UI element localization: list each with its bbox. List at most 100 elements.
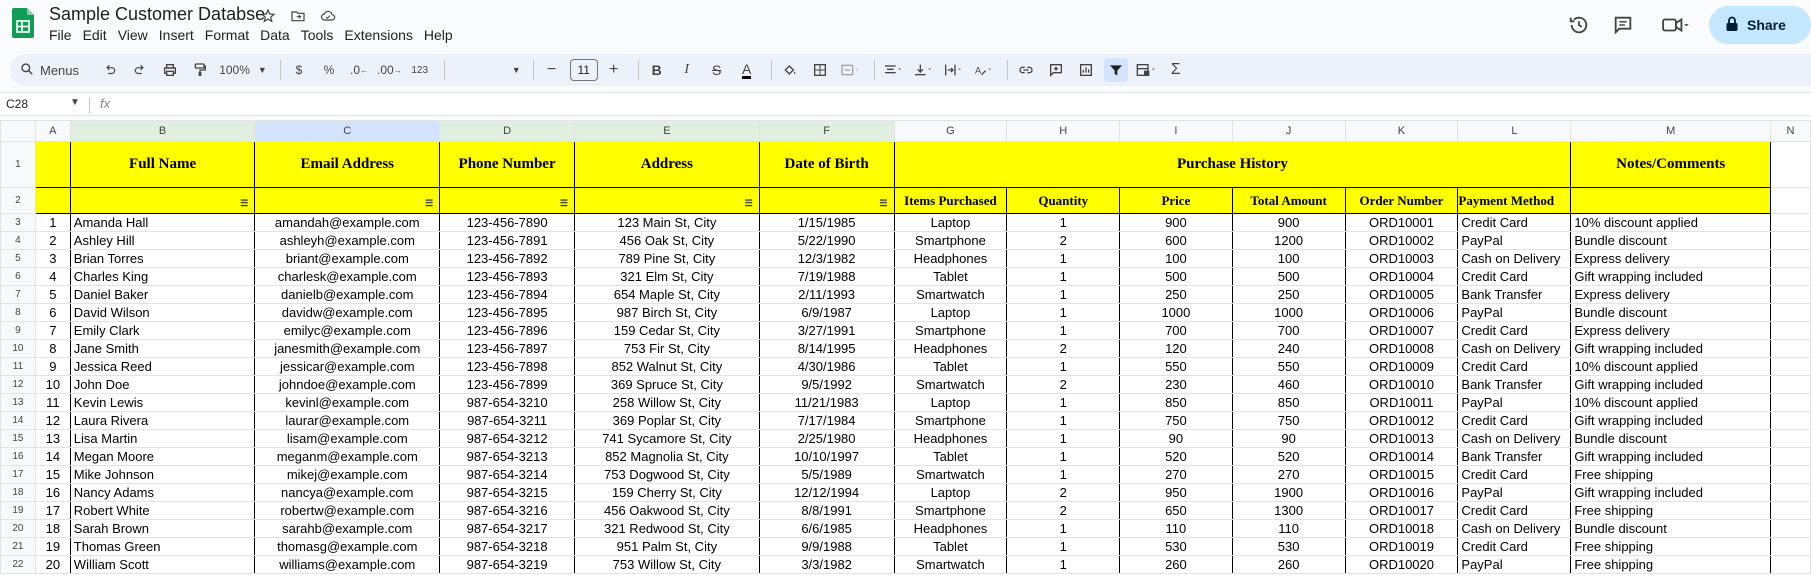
quantity-cell[interactable]: 1: [1006, 465, 1121, 484]
address-cell[interactable]: 123 Main St, City: [574, 213, 760, 232]
price-cell[interactable]: 120: [1119, 339, 1233, 358]
items-purchased-cell[interactable]: Laptop: [893, 393, 1008, 412]
customer-number[interactable]: 7: [34, 321, 71, 340]
merge-cells-icon[interactable]: [838, 58, 862, 82]
quantity-cell[interactable]: 1: [1006, 303, 1121, 322]
address-cell[interactable]: 369 Spruce St, City: [574, 375, 760, 394]
quantity-cell[interactable]: 1: [1006, 537, 1121, 556]
order-number-cell[interactable]: ORD10005: [1344, 285, 1459, 304]
quantity-cell[interactable]: 1: [1006, 411, 1121, 430]
order-number-cell[interactable]: ORD10008: [1344, 339, 1459, 358]
email-cell[interactable]: emilyc@example.com: [254, 321, 441, 340]
customer-number[interactable]: 14: [34, 447, 71, 466]
items-purchased-cell[interactable]: Smartwatch: [893, 555, 1008, 574]
customer-number[interactable]: 13: [34, 429, 71, 448]
row-number[interactable]: 22: [0, 555, 36, 574]
quantity-cell[interactable]: 1: [1006, 213, 1121, 232]
price-cell[interactable]: 500: [1119, 267, 1233, 286]
payment-method-cell[interactable]: Bank Transfer: [1457, 447, 1572, 466]
cell[interactable]: [1770, 285, 1811, 304]
cell[interactable]: [1770, 141, 1811, 188]
customer-number[interactable]: 16: [34, 483, 71, 502]
quantity-cell[interactable]: 1: [1006, 357, 1121, 376]
header-phone[interactable]: Phone Number: [439, 141, 575, 188]
paint-format-icon[interactable]: [188, 58, 212, 82]
cloud-saved-icon[interactable]: [318, 6, 338, 26]
dob-cell[interactable]: 10/10/1997: [758, 447, 895, 466]
items-purchased-cell[interactable]: Tablet: [893, 357, 1008, 376]
notes-cell[interactable]: Gift wrapping included: [1570, 411, 1772, 430]
font-family-select[interactable]: ▼: [451, 58, 521, 82]
cell[interactable]: [1770, 339, 1811, 358]
print-icon[interactable]: [158, 58, 182, 82]
header-email[interactable]: Email Address: [254, 141, 441, 188]
cell[interactable]: [1770, 447, 1811, 466]
items-purchased-cell[interactable]: Tablet: [893, 537, 1008, 556]
total-amount-cell[interactable]: 1000: [1231, 303, 1346, 322]
payment-method-cell[interactable]: PayPal: [1457, 231, 1572, 250]
row-number[interactable]: 19: [0, 501, 36, 520]
phone-cell[interactable]: 123-456-7890: [439, 213, 575, 232]
column-header[interactable]: M: [1570, 120, 1772, 142]
menu-edit[interactable]: Edit: [83, 26, 115, 44]
filter-dropdown-icon[interactable]: ☰: [240, 198, 248, 209]
row-number[interactable]: 21: [0, 537, 36, 556]
comments-icon[interactable]: [1605, 7, 1641, 43]
order-number-cell[interactable]: ORD10020: [1344, 555, 1459, 574]
header-order-number[interactable]: Order Number: [1344, 187, 1459, 214]
price-cell[interactable]: 90: [1119, 429, 1233, 448]
column-header[interactable]: G: [893, 120, 1008, 142]
address-cell[interactable]: 159 Cherry St, City: [574, 483, 760, 502]
customer-number[interactable]: 20: [34, 555, 71, 574]
more-formats-button[interactable]: 123: [408, 58, 432, 82]
dob-cell[interactable]: 2/11/1993: [758, 285, 895, 304]
payment-method-cell[interactable]: Credit Card: [1457, 537, 1572, 556]
total-amount-cell[interactable]: 850: [1231, 393, 1346, 412]
text-rotation-icon[interactable]: A: [971, 58, 995, 82]
price-cell[interactable]: 550: [1119, 357, 1233, 376]
row-number[interactable]: 17: [0, 465, 36, 484]
phone-cell[interactable]: 123-456-7896: [439, 321, 575, 340]
column-header[interactable]: N: [1770, 120, 1811, 142]
cell[interactable]: [1770, 429, 1811, 448]
order-number-cell[interactable]: ORD10014: [1344, 447, 1459, 466]
dob-cell[interactable]: 9/5/1992: [758, 375, 895, 394]
payment-method-cell[interactable]: PayPal: [1457, 483, 1572, 502]
row-number[interactable]: 14: [0, 411, 36, 430]
filter-cell[interactable]: ☰: [254, 187, 441, 214]
order-number-cell[interactable]: ORD10013: [1344, 429, 1459, 448]
total-amount-cell[interactable]: 1200: [1231, 231, 1346, 250]
filter-dropdown-icon[interactable]: ☰: [560, 198, 568, 209]
order-number-cell[interactable]: ORD10009: [1344, 357, 1459, 376]
phone-cell[interactable]: 987-654-3213: [439, 447, 575, 466]
order-number-cell[interactable]: ORD10012: [1344, 411, 1459, 430]
column-header[interactable]: E: [574, 120, 760, 142]
email-cell[interactable]: mikej@example.com: [254, 465, 441, 484]
bold-icon[interactable]: B: [645, 58, 669, 82]
quantity-cell[interactable]: 1: [1006, 249, 1121, 268]
insert-link-icon[interactable]: [1014, 58, 1038, 82]
header-address[interactable]: Address: [574, 141, 760, 188]
payment-method-cell[interactable]: Cash on Delivery: [1457, 249, 1572, 268]
row-number[interactable]: 18: [0, 483, 36, 502]
payment-method-cell[interactable]: Bank Transfer: [1457, 285, 1572, 304]
phone-cell[interactable]: 123-456-7897: [439, 339, 575, 358]
phone-cell[interactable]: 987-654-3212: [439, 429, 575, 448]
currency-format-button[interactable]: $: [287, 58, 311, 82]
full-name-cell[interactable]: Kevin Lewis: [69, 393, 256, 412]
name-box[interactable]: C28: [6, 97, 28, 111]
quantity-cell[interactable]: 1: [1006, 267, 1121, 286]
notes-cell[interactable]: 10% discount applied: [1570, 357, 1772, 376]
quantity-cell[interactable]: 2: [1006, 231, 1121, 250]
total-amount-cell[interactable]: 460: [1231, 375, 1346, 394]
quantity-cell[interactable]: 1: [1006, 321, 1121, 340]
quantity-cell[interactable]: 2: [1006, 375, 1121, 394]
items-purchased-cell[interactable]: Headphones: [893, 429, 1008, 448]
items-purchased-cell[interactable]: Smartphone: [893, 411, 1008, 430]
full-name-cell[interactable]: Charles King: [69, 267, 256, 286]
quantity-cell[interactable]: 2: [1006, 339, 1121, 358]
payment-method-cell[interactable]: Credit Card: [1457, 357, 1572, 376]
dob-cell[interactable]: 7/19/1988: [758, 267, 895, 286]
version-history-icon[interactable]: [1561, 7, 1597, 43]
menu-insert[interactable]: Insert: [159, 26, 202, 44]
